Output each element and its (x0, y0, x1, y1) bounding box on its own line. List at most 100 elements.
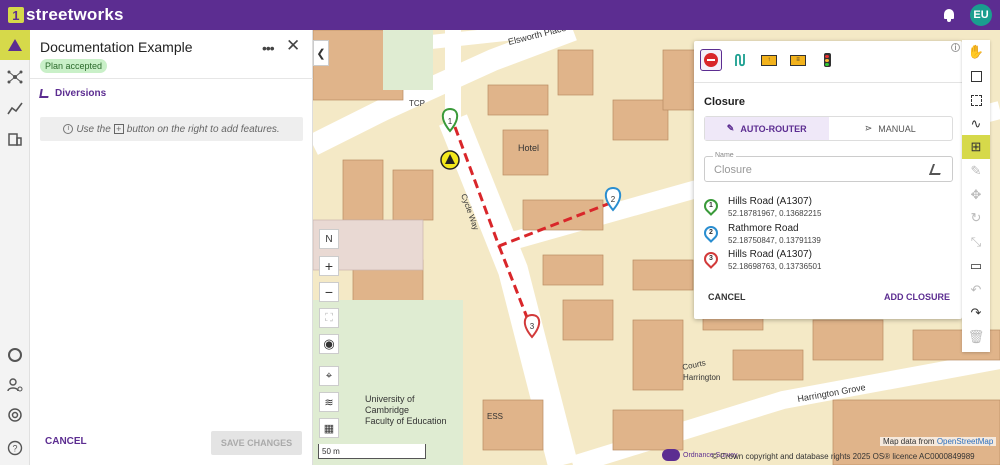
add-feature-square-icon: + (113, 124, 124, 134)
harrington-courts-label: Harrington (683, 373, 720, 382)
zoom-out-button[interactable]: − (319, 282, 339, 302)
waypoint-1[interactable]: 1 Hills Road (A1307) 52.18781967, 0.1368… (701, 196, 944, 220)
edit-name-icon[interactable] (928, 164, 945, 175)
waypoint-3[interactable]: 3 Hills Road (A1307) 52.18698763, 0.1373… (701, 249, 944, 273)
nav-network-icon[interactable] (0, 62, 30, 92)
select-icon[interactable] (962, 64, 990, 88)
copyright-notice: © Crown copyright and database rights 20… (712, 452, 975, 461)
waypoint-name: Hills Road (A1307) (728, 249, 812, 260)
nav-users-settings-icon[interactable] (0, 370, 30, 400)
name-field-value: Closure (714, 164, 752, 176)
info-icon: i (63, 124, 74, 134)
closure-cancel-button[interactable]: CANCEL (708, 292, 746, 302)
magic-wand-icon: ✎ (726, 123, 735, 133)
fit-bounds-icon[interactable]: ⛶ (319, 308, 339, 328)
diversion-tool-icon[interactable] (729, 49, 751, 71)
manual-tab[interactable]: ⋗ MANUAL (829, 117, 953, 140)
closure-editor-card: i ↑ ≡ Closure ✎ AUTO-ROUTER ⋗ MANUAL Name … (694, 41, 962, 319)
sign-tool-icon[interactable]: ↑ (758, 49, 780, 71)
nav-support-icon[interactable] (0, 400, 30, 430)
waypoint-coords: 52.18781967, 0.13682215 (728, 209, 822, 218)
university-label: University of (365, 394, 415, 404)
auto-router-label: AUTO-ROUTER (740, 123, 807, 134)
nav-analytics-icon[interactable] (0, 93, 30, 123)
section-title: Closure (704, 96, 745, 108)
draw-route-icon[interactable]: ∿ (962, 112, 990, 136)
save-changes-button[interactable]: SAVE CHANGES (211, 431, 302, 455)
rotate-icon[interactable]: ↻ (962, 206, 990, 230)
svg-text:?: ? (12, 444, 17, 454)
svg-text:1: 1 (448, 117, 453, 126)
closure-tool-no-entry-icon[interactable] (700, 49, 722, 71)
delete-icon[interactable]: 🗑 (962, 325, 990, 349)
map-attribution: Map data from OpenStreetMap (880, 437, 997, 446)
divider (694, 82, 962, 83)
attribution-text: Map data from (883, 437, 935, 446)
waypoint-pin-icon: 3 (701, 249, 721, 269)
box-select-icon[interactable] (962, 88, 990, 112)
traffic-light-tool-icon[interactable] (816, 49, 838, 71)
edit-pencil-icon (39, 89, 50, 98)
waypoint-coords: 52.18698763, 0.13736501 (728, 262, 822, 271)
app-logo[interactable]: 1 streetworks (8, 5, 124, 25)
compass-north-button[interactable]: N (319, 229, 339, 249)
more-options-icon[interactable]: ••• (262, 40, 275, 56)
hotel-label: Hotel (518, 143, 539, 153)
manual-label: MANUAL (878, 123, 916, 134)
diversions-label: Diversions (55, 88, 107, 99)
location-pin-icon[interactable]: ⌖ (319, 366, 339, 386)
auto-router-tab[interactable]: ✎ AUTO-ROUTER (705, 117, 829, 140)
locate-me-icon[interactable]: ◉ (319, 334, 339, 354)
undo-icon[interactable]: ↶ (962, 278, 990, 302)
faculty-label: Faculty of Education (365, 416, 447, 426)
diversions-link[interactable]: Diversions (39, 88, 107, 99)
add-feature-icon[interactable]: ⊞ (962, 135, 990, 159)
logo-mark: 1 (8, 7, 24, 23)
notifications-bell-icon[interactable] (942, 8, 956, 22)
scale-bar: 50 m (318, 444, 426, 459)
nav-organisation-icon[interactable] (0, 124, 30, 154)
svg-text:3: 3 (530, 322, 535, 331)
name-field-label: Name (713, 152, 736, 159)
routing-mode-toggle: ✎ AUTO-ROUTER ⋗ MANUAL (704, 116, 953, 141)
close-icon[interactable]: ✕ (286, 36, 300, 56)
status-badge: Plan accepted (40, 59, 108, 73)
nav-account-icon[interactable] (0, 340, 30, 370)
edit-icon[interactable]: ✎ (962, 159, 990, 183)
waypoint-pin-icon: 2 (701, 223, 721, 243)
svg-text:2: 2 (611, 195, 616, 204)
redo-icon[interactable]: ↷ (962, 301, 990, 325)
right-map-toolbar: ✋ ∿ ⊞ ✎ ✥ ↻ ⤡ ▭ ↶ ↷ 🗑 (962, 40, 990, 352)
hint-text-post: button on the right to add features. (126, 123, 280, 135)
waypoint-pin-icon: 1 (701, 196, 721, 216)
compass-label: N (325, 233, 333, 245)
plan-side-panel: Documentation Example ••• ✕ Plan accepte… (30, 30, 313, 465)
openstreetmap-link[interactable]: OpenStreetMap (937, 437, 993, 446)
info-icon[interactable]: i (951, 43, 960, 52)
ess-label: ESS (487, 412, 503, 421)
add-features-hint: i Use the + button on the right to add f… (40, 117, 303, 141)
collapse-panel-button[interactable]: ❮ (313, 40, 329, 66)
move-icon[interactable]: ✥ (962, 183, 990, 207)
waypoint-name: Rathmore Road (728, 223, 799, 234)
zoom-in-button[interactable]: + (319, 256, 339, 276)
top-bar: 1 streetworks EU (0, 0, 1000, 30)
basemap-icon[interactable]: ▦ (319, 418, 339, 438)
cambridge-label: Cambridge (365, 405, 409, 415)
hint-text-pre: Use the (76, 123, 111, 135)
user-avatar[interactable]: EU (970, 4, 992, 26)
closure-name-field[interactable]: Name Closure (704, 152, 953, 182)
measure-ruler-icon[interactable]: ▭ (962, 254, 990, 278)
brand-name: streetworks (26, 5, 124, 24)
layers-icon[interactable]: ≋ (319, 392, 339, 412)
pan-hand-icon[interactable]: ✋ (962, 40, 990, 64)
notice-sign-tool-icon[interactable]: ≡ (787, 49, 809, 71)
courts-label: Courts (682, 358, 707, 372)
left-nav-rail: ? (0, 30, 30, 465)
nav-help-icon[interactable]: ? (0, 433, 30, 463)
waypoint-2[interactable]: 2 Rathmore Road 52.18750847, 0.13791139 (701, 223, 944, 247)
add-closure-button[interactable]: ADD CLOSURE (884, 292, 950, 302)
panel-cancel-button[interactable]: CANCEL (45, 436, 87, 447)
resize-icon[interactable]: ⤡ (962, 230, 990, 254)
nav-plans-icon[interactable] (0, 30, 30, 60)
